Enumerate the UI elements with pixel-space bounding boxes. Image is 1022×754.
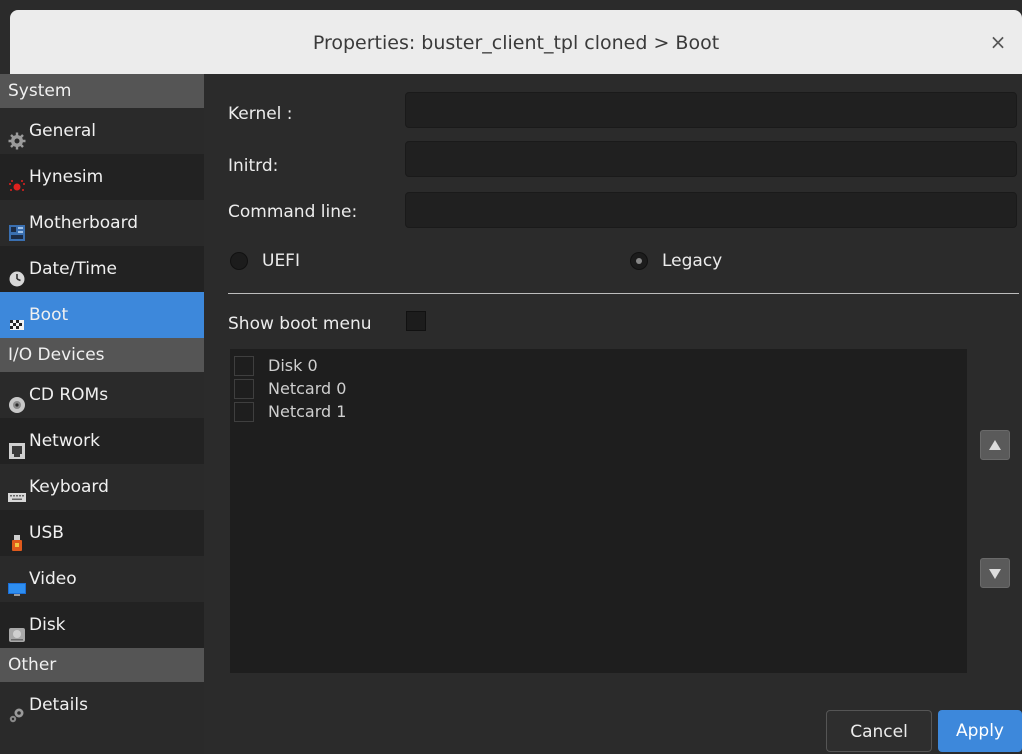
boot-device-checkbox[interactable] [234,355,254,376]
sidebar-item-label: Network [29,431,100,451]
sidebar-item-cd-roms[interactable]: CD ROMs [0,372,204,418]
sidebar-item-label: Video [29,569,77,589]
list-item[interactable]: Disk 0 [230,354,967,377]
sidebar-item-disk[interactable]: Disk [0,602,204,648]
initrd-label: Initrd: [228,156,279,176]
show-boot-menu-label: Show boot menu [228,314,372,334]
boot-settings-panel: Kernel : Initrd: Command line: UEFI Lega… [204,74,1022,754]
sidebar-item-label: Hynesim [29,167,104,187]
sidebar-item-label: Keyboard [29,477,109,497]
boot-order-list: Disk 0 Netcard 0 Netcard 1 [230,349,967,673]
usb-icon [8,524,26,551]
network-icon [8,432,26,459]
separator [228,293,1019,294]
boot-device-checkbox[interactable] [234,378,254,399]
show-boot-menu-checkbox[interactable] [406,311,426,331]
uefi-radio[interactable] [230,252,248,270]
sidebar-item-label: Date/Time [29,259,117,279]
hynesim-icon [8,168,26,191]
sidebar: System General Hynesim Motherboard Date/… [0,74,204,754]
move-down-arrow-icon[interactable] [980,558,1010,588]
sidebar-item-label: USB [29,523,64,543]
sidebar-item-label: Disk [29,615,66,635]
sidebar-item-label: CD ROMs [29,385,109,405]
sidebar-item-label: Boot [29,305,69,325]
boot-device-label: Netcard 0 [268,379,347,398]
sidebar-item-video[interactable]: Video [0,556,204,602]
sidebar-item-keyboard[interactable]: Keyboard [0,464,204,510]
sidebar-item-network[interactable]: Network [0,418,204,464]
clock-icon [8,260,26,287]
boot-device-checkbox[interactable] [234,401,254,422]
list-item[interactable]: Netcard 1 [230,400,967,423]
initrd-field[interactable] [405,141,1017,177]
uefi-label: UEFI [262,251,300,271]
cancel-button[interactable]: Cancel [826,710,932,752]
sidebar-section-system: System [0,74,204,108]
gear-icon [8,122,26,150]
gears-icon [8,696,26,723]
disk-icon [8,616,26,642]
sidebar-item-usb[interactable]: USB [0,510,204,556]
sidebar-item-general[interactable]: General [0,108,204,154]
legacy-radio[interactable] [630,252,648,270]
kernel-field[interactable] [405,92,1017,128]
monitor-icon [8,570,26,596]
list-item[interactable]: Netcard 0 [230,377,967,400]
move-up-arrow-icon[interactable] [980,430,1010,460]
keyboard-icon [8,478,26,502]
legacy-label: Legacy [662,251,723,271]
boot-device-label: Netcard 1 [268,402,347,421]
cdrom-icon [8,386,26,413]
sidebar-item-label: General [29,121,96,141]
sidebar-section-io-devices: I/O Devices [0,338,204,372]
sidebar-item-label: Motherboard [29,213,139,233]
close-icon[interactable]: × [986,30,1010,54]
apply-button[interactable]: Apply [938,710,1022,752]
kernel-label: Kernel : [228,104,293,124]
boot-device-label: Disk 0 [268,356,318,375]
sidebar-item-hynesim[interactable]: Hynesim [0,154,204,200]
sidebar-item-motherboard[interactable]: Motherboard [0,200,204,246]
title-bar: Properties: buster_client_tpl cloned > B… [10,10,1022,74]
window-title: Properties: buster_client_tpl cloned > B… [312,32,720,54]
sidebar-section-other: Other [0,648,204,682]
sidebar-item-details[interactable]: Details [0,682,204,728]
motherboard-icon [8,214,26,241]
command-line-field[interactable] [405,192,1017,228]
command-line-label: Command line: [228,202,358,222]
sidebar-item-date-time[interactable]: Date/Time [0,246,204,292]
sidebar-item-boot[interactable]: Boot [0,292,204,338]
boot-flag-icon [8,306,26,330]
sidebar-item-label: Details [29,695,88,715]
